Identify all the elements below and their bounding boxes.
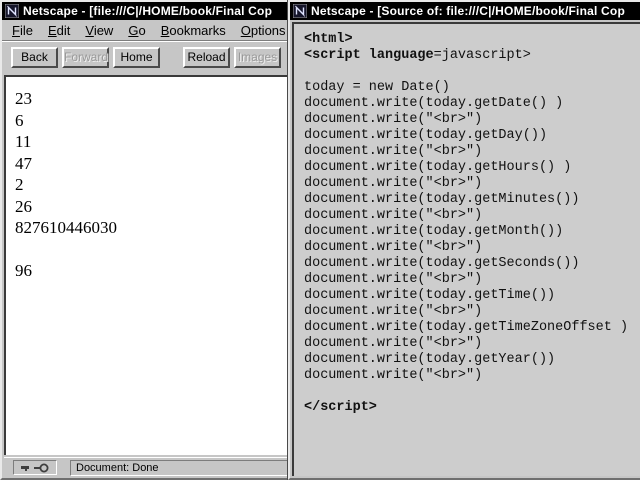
toolbar-button-reload[interactable]: Reload: [183, 47, 230, 68]
page-output-line: 11: [15, 131, 286, 153]
source-line: document.write("<br>"): [304, 304, 640, 320]
netscape-logo-icon: [293, 4, 307, 18]
source-line: document.write(today.getDate() ): [304, 96, 640, 112]
status-message: Document: Done: [70, 460, 290, 476]
source-line: document.write(today.getSeconds()): [304, 256, 640, 272]
source-line: document.write(today.getMonth()): [304, 224, 640, 240]
toolbar-button-forward: Forward: [62, 47, 109, 68]
source-line: document.write(today.getDay()): [304, 128, 640, 144]
menu-item-edit[interactable]: Edit: [48, 23, 70, 38]
page-output-line: [15, 239, 286, 261]
browser-window-title: Netscape - [file:///C|/HOME/book/Final C…: [23, 4, 272, 18]
browser-toolbar: BackForwardHome ReloadImages: [2, 41, 290, 73]
source-line: [304, 384, 640, 400]
source-line: </script>: [304, 400, 640, 416]
page-output-line: 2: [15, 174, 286, 196]
netscape-logo-icon: [5, 4, 19, 18]
source-line: today = new Date(): [304, 80, 640, 96]
source-window-title: Netscape - [Source of: file:///C|/HOME/b…: [311, 4, 625, 18]
source-titlebar[interactable]: Netscape - [Source of: file:///C|/HOME/b…: [290, 2, 640, 20]
source-content[interactable]: <html><script language=javascript> today…: [292, 22, 640, 476]
toolbar-button-home[interactable]: Home: [113, 47, 160, 68]
browser-window: Netscape - [file:///C|/HOME/book/Final C…: [0, 0, 292, 480]
source-line: document.write("<br>"): [304, 272, 640, 288]
source-window: Netscape - [Source of: file:///C|/HOME/b…: [288, 0, 640, 480]
source-line: document.write("<br>"): [304, 112, 640, 128]
page-content[interactable]: 2361147226827610446030 96: [4, 75, 290, 455]
key-icon-box: [13, 460, 57, 475]
source-line: document.write("<br>"): [304, 368, 640, 384]
page-output-line: 827610446030: [15, 217, 286, 239]
toolbar-spacer: [164, 47, 183, 68]
source-line: document.write(today.getHours() ): [304, 160, 640, 176]
source-line: document.write("<br>"): [304, 176, 640, 192]
source-line: document.write("<br>"): [304, 336, 640, 352]
toolbar-button-back[interactable]: Back: [11, 47, 58, 68]
page-output-line: 23: [15, 88, 286, 110]
page-output-line: 26: [15, 196, 286, 218]
source-line: document.write("<br>"): [304, 144, 640, 160]
menu-item-go[interactable]: Go: [128, 23, 145, 38]
source-line: [304, 64, 640, 80]
source-line: document.write(today.getTimeZoneOffset ): [304, 320, 640, 336]
page-output-line: 47: [15, 153, 286, 175]
page-output-line: 96: [15, 260, 286, 282]
menu-item-bookmarks[interactable]: Bookmarks: [161, 23, 226, 38]
broken-key-icon: [20, 463, 50, 473]
browser-status-bar: Document: Done: [4, 457, 290, 477]
source-line: document.write(today.getTime()): [304, 288, 640, 304]
toolbar-button-images: Images: [234, 47, 281, 68]
menu-item-view[interactable]: View: [85, 23, 113, 38]
menu-item-file[interactable]: File: [12, 23, 33, 38]
source-line: <html>: [304, 32, 640, 48]
menu-bar: File Edit View Go Bookmarks Options: [2, 20, 290, 41]
source-line: document.write(today.getMinutes()): [304, 192, 640, 208]
browser-titlebar[interactable]: Netscape - [file:///C|/HOME/book/Final C…: [2, 2, 290, 20]
source-line: document.write("<br>"): [304, 208, 640, 224]
source-line: <script language=javascript>: [304, 48, 640, 64]
page-output-line: 6: [15, 110, 286, 132]
menu-item-options[interactable]: Options: [241, 23, 286, 38]
source-line: document.write("<br>"): [304, 240, 640, 256]
source-line: document.write(today.getYear()): [304, 352, 640, 368]
